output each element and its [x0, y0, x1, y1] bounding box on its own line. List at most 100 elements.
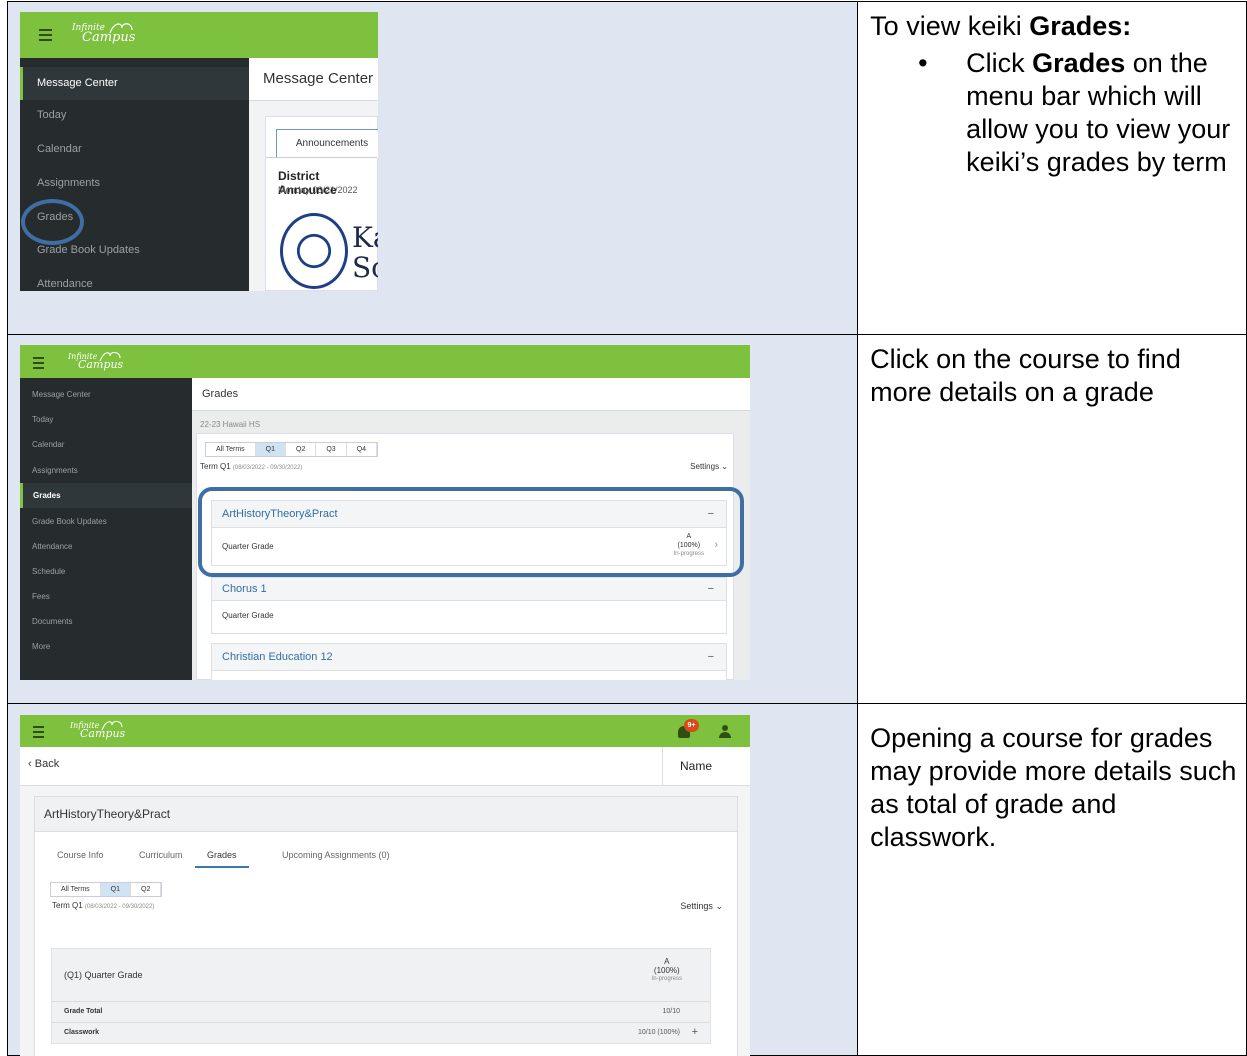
chevron-down-icon: ⌄: [715, 901, 723, 911]
collapse-icon[interactable]: −: [708, 578, 714, 600]
grade-total-row: Grade Total 10/10: [52, 1002, 710, 1023]
school-seal: [280, 213, 348, 289]
course-tabs: Course Info Curriculum Grades Upcoming A…: [35, 843, 737, 871]
instruction-cell-1: To view keiki Grades: Click Grades on th…: [857, 1, 1247, 335]
screenshot-cell-2: Infinite Campus Message Center Today Cale…: [6, 334, 859, 704]
sidebar-item-attendance[interactable]: Attendance: [20, 278, 249, 290]
announcement-date: Monday 03/21/2022: [278, 185, 358, 195]
menu-icon[interactable]: [39, 29, 52, 41]
tab-upcoming-assignments[interactable]: Upcoming Assignments (0): [282, 850, 390, 860]
course-card-chorus[interactable]: Chorus 1 − Quarter Grade: [211, 577, 727, 634]
grade-value: A (100%) In-progress: [651, 957, 682, 982]
school-year: 22-23 Hawaii HS: [200, 420, 261, 429]
course-highlight-box: [198, 487, 744, 577]
instruction-cell-3: Opening a course for grades may provide …: [857, 703, 1247, 1056]
app-header: Infinite Campus: [20, 12, 378, 58]
expand-plus-icon[interactable]: +: [692, 1026, 698, 1038]
app-header: Infinite Campus 9+: [20, 715, 750, 747]
course-name[interactable]: Christian Education 12: [222, 651, 333, 663]
grade-total-label: Grade Total: [64, 1008, 103, 1015]
settings-dropdown[interactable]: Settings ⌄: [690, 462, 728, 471]
tab-grades[interactable]: Grades: [195, 850, 249, 868]
screenshot-cell-3: Infinite Campus 9+ ‹ Back Name ArtHistory…: [6, 703, 859, 1056]
sidebar-item-attendance[interactable]: Attendance: [20, 542, 192, 551]
course-name[interactable]: Chorus 1: [222, 583, 267, 595]
sidebar-item-calendar[interactable]: Calendar: [20, 440, 192, 449]
instruction-table: Infinite Campus Message Center Today Cale…: [6, 1, 1247, 1056]
sidebar-item-grade-book-updates[interactable]: Grade Book Updates: [20, 517, 192, 526]
term-tabs: All Terms Q1 Q2 Q3 Q4: [205, 442, 379, 457]
school-name-line-2: Sc: [352, 251, 378, 284]
tab-course-info[interactable]: Course Info: [57, 850, 104, 860]
sidebar-item-today[interactable]: Today: [20, 109, 249, 121]
grades-highlight-circle: [21, 199, 84, 245]
instruction-bold: Grades:: [1029, 11, 1132, 41]
tab-q4[interactable]: Q4: [346, 443, 378, 456]
instruction-bullet: Click Grades on the menu bar which will …: [918, 47, 1246, 179]
screenshot-cell-1: Infinite Campus Message Center Today Cale…: [6, 1, 859, 335]
instruction-text: Click on the course to find more details…: [870, 344, 1181, 407]
instruction-text: Opening a course for grades may provide …: [870, 723, 1237, 852]
tab-q2[interactable]: Q2: [286, 443, 317, 456]
course-card-christian-education[interactable]: Christian Education 12 −: [211, 643, 727, 680]
tab-all-terms[interactable]: All Terms: [206, 443, 256, 456]
menu-icon[interactable]: [33, 726, 44, 738]
announcement-card: Announcements District Announce Monday 0…: [265, 116, 378, 291]
sidebar-item-calendar[interactable]: Calendar: [20, 143, 249, 155]
sidebar-item-more[interactable]: More: [20, 642, 192, 651]
classwork-value: 10/10 (100%): [637, 1029, 680, 1036]
sidebar-item-today[interactable]: Today: [20, 415, 192, 424]
sidebar-item-schedule[interactable]: Schedule: [20, 567, 192, 576]
screenshot-course-detail: Infinite Campus 9+ ‹ Back Name ArtHistory…: [20, 715, 750, 1056]
name-selector[interactable]: Name: [662, 747, 729, 785]
chevron-left-icon: ‹: [28, 758, 32, 770]
app-logo: Infinite Campus: [68, 351, 124, 371]
grade-summary: (Q1) Quarter Grade A (100%) In-progress Gr…: [51, 948, 711, 1044]
sidebar-item-grades[interactable]: Grades: [20, 483, 192, 508]
tab-all-terms[interactable]: All Terms: [51, 883, 101, 896]
tab-q3[interactable]: Q3: [316, 443, 347, 456]
tab-q1[interactable]: Q1: [100, 883, 131, 896]
settings-dropdown[interactable]: Settings ⌄: [680, 901, 723, 912]
screenshot-message-center: Infinite Campus Message Center Today Cale…: [20, 12, 378, 291]
sidebar: Message Center Today Calendar Assignment…: [20, 378, 192, 680]
instruction-prefix: To view keiki: [870, 11, 1030, 41]
sidebar-item-assignments[interactable]: Assignments: [20, 177, 249, 189]
app-logo: Infinite Campus: [70, 720, 126, 740]
tab-curriculum[interactable]: Curriculum: [139, 850, 183, 860]
term-label: Term Q1 (08/03/2022 - 09/30/2022): [52, 901, 155, 910]
sidebar-item-documents[interactable]: Documents: [20, 617, 192, 626]
app-logo: Infinite Campus: [72, 23, 136, 45]
quarter-grade-label[interactable]: Quarter Grade: [212, 601, 726, 620]
page-title: Message Center: [249, 58, 378, 101]
classwork-label: Classwork: [64, 1029, 100, 1036]
app-header: Infinite Campus: [20, 345, 750, 378]
sidebar-item-message-center[interactable]: Message Center: [20, 390, 192, 399]
user-icon[interactable]: [718, 725, 732, 739]
sidebar-item-message-center[interactable]: Message Center: [20, 67, 249, 100]
quarter-grade-row[interactable]: (Q1) Quarter Grade A (100%) In-progress: [52, 949, 710, 1002]
tab-q2[interactable]: Q2: [131, 883, 162, 896]
sidebar-item-assignments[interactable]: Assignments: [20, 466, 192, 475]
subheader: ‹ Back Name: [20, 747, 750, 786]
course-title: ArtHistoryTheory&Pract: [35, 797, 737, 832]
course-panel: ArtHistoryTheory&Pract Course Info Curri…: [34, 796, 738, 1056]
sidebar: Message Center Today Calendar Assignment…: [20, 58, 249, 291]
notification-badge: 9+: [684, 719, 699, 732]
back-button[interactable]: ‹ Back: [28, 758, 59, 770]
collapse-icon[interactable]: −: [708, 644, 714, 670]
classwork-row[interactable]: Classwork 10/10 (100%) +: [52, 1023, 710, 1043]
sidebar-item-fees[interactable]: Fees: [20, 592, 192, 601]
quarter-grade-label: (Q1) Quarter Grade: [64, 970, 143, 980]
tab-q1[interactable]: Q1: [255, 443, 286, 456]
tab-announcements[interactable]: Announcements: [276, 129, 378, 158]
screenshot-grades-list: Infinite Campus Message Center Today Cale…: [20, 345, 750, 680]
menu-icon[interactable]: [33, 357, 44, 369]
term-label: Term Q1 (08/03/2022 - 09/30/2022): [200, 462, 303, 471]
sidebar-item-grade-book-updates[interactable]: Grade Book Updates: [20, 244, 249, 256]
chevron-down-icon: ⌄: [721, 462, 728, 471]
grade-total-value: 10/10: [662, 1008, 680, 1015]
school-name-line-1: Ka: [352, 221, 378, 254]
term-tabs: All Terms Q1 Q2: [50, 882, 163, 897]
instruction-cell-2: Click on the course to find more details…: [857, 334, 1247, 704]
